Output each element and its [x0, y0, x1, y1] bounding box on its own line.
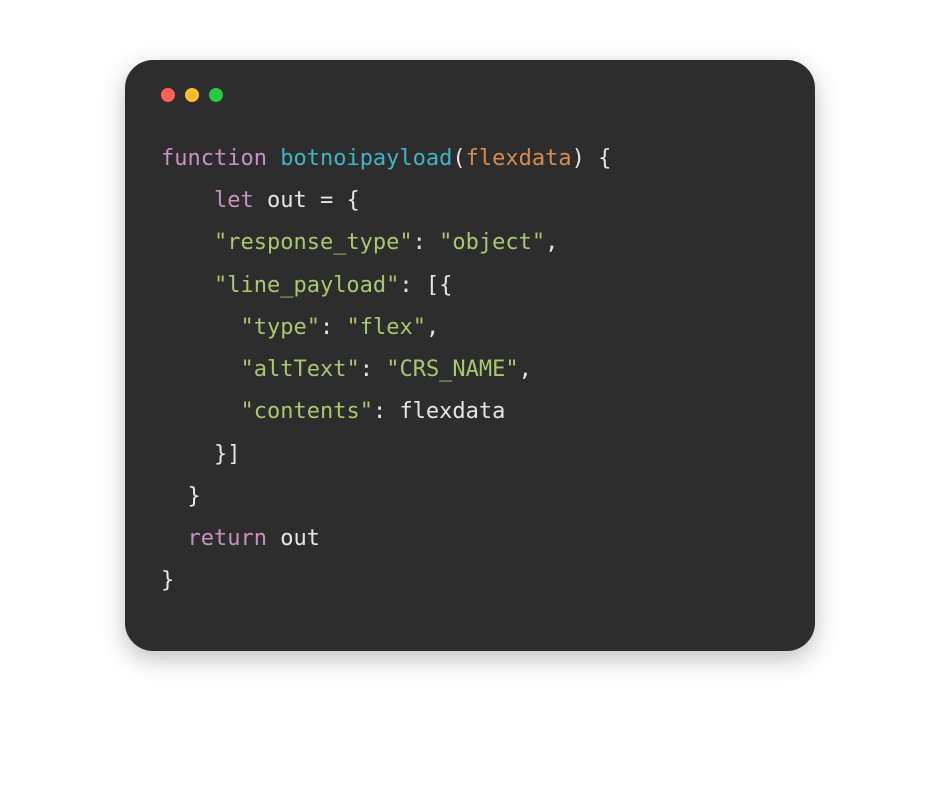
indent: [161, 188, 214, 213]
indent: [161, 230, 214, 255]
keyword-return: return: [188, 526, 267, 551]
colon: :: [320, 315, 347, 340]
indent: [161, 357, 240, 382]
function-name: botnoipayload: [280, 146, 452, 171]
key-alttext: "altText": [240, 357, 359, 382]
comma: ,: [519, 357, 532, 382]
keyword-let: let: [214, 188, 254, 213]
arr-open: : [{: [399, 273, 452, 298]
indent: [161, 273, 214, 298]
val-crs: "CRS_NAME": [386, 357, 518, 382]
key-response-type: "response_type": [214, 230, 413, 255]
paren-open: (: [452, 146, 465, 171]
code-block: function botnoipayload(flexdata) { let o…: [161, 138, 779, 603]
space: [267, 146, 280, 171]
val-flex: "flex": [346, 315, 425, 340]
close-icon[interactable]: [161, 88, 175, 102]
colon: :: [360, 357, 387, 382]
arr-close: }]: [161, 442, 240, 467]
key-contents: "contents": [240, 399, 372, 424]
val-object: "object": [439, 230, 545, 255]
indent: [161, 399, 240, 424]
key-line-payload: "line_payload": [214, 273, 399, 298]
indent-ret: [161, 526, 188, 551]
colon: :: [413, 230, 440, 255]
maximize-icon[interactable]: [209, 88, 223, 102]
comma: ,: [426, 315, 439, 340]
key-type: "type": [240, 315, 319, 340]
out-eq: out = {: [254, 188, 360, 213]
code-window: function botnoipayload(flexdata) { let o…: [125, 60, 815, 651]
brace-close-outer: }: [161, 568, 174, 593]
brace-close-inner: }: [161, 484, 201, 509]
param-flexdata: flexdata: [466, 146, 572, 171]
ident-flexdata: flexdata: [399, 399, 505, 424]
indent: [161, 315, 240, 340]
window-titlebar: [161, 88, 779, 102]
minimize-icon[interactable]: [185, 88, 199, 102]
comma: ,: [545, 230, 558, 255]
colon: :: [373, 399, 400, 424]
paren-close-brace: ) {: [572, 146, 612, 171]
ident-out: out: [267, 526, 320, 551]
keyword-function: function: [161, 146, 267, 171]
